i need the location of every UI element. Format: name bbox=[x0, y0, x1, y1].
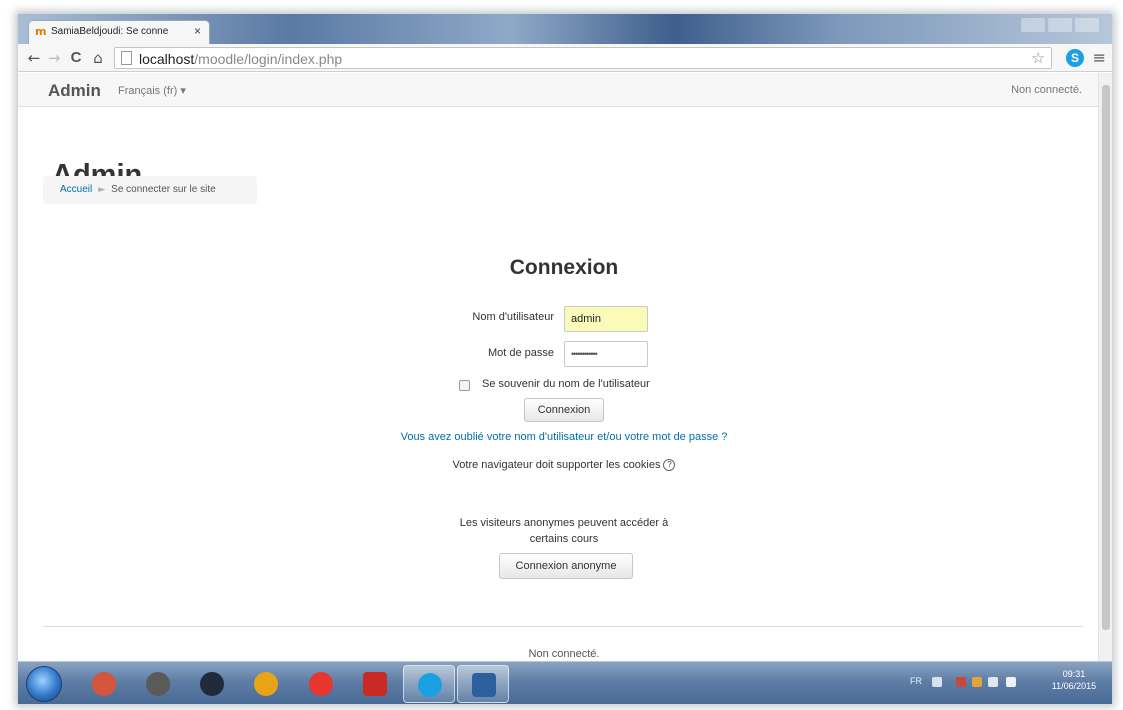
guest-access-text: Les visiteurs anonymes peuvent accéder à… bbox=[18, 515, 1110, 547]
play-icon bbox=[200, 672, 224, 696]
close-window-button[interactable] bbox=[1075, 18, 1099, 32]
login-title: Connexion bbox=[509, 256, 619, 279]
browser-tab[interactable]: m SamiaBeldjoudi: Se conne × bbox=[28, 20, 210, 44]
site-brand-link[interactable]: Admin bbox=[48, 81, 101, 101]
tray-arrow-icon[interactable] bbox=[932, 677, 942, 687]
chrome-app-button[interactable] bbox=[240, 665, 292, 703]
password-field[interactable]: •••••••••••• bbox=[564, 341, 648, 367]
username-field[interactable]: admin bbox=[564, 306, 648, 332]
moodle-favicon-icon: m bbox=[35, 25, 47, 38]
home-icon[interactable]: ⌂ bbox=[88, 48, 108, 68]
window-controls bbox=[1018, 18, 1104, 34]
url-path: /moodle/login/index.php bbox=[194, 51, 343, 67]
tray-language[interactable]: FR bbox=[910, 676, 922, 686]
tab-close-icon[interactable]: × bbox=[194, 24, 201, 38]
tray-volume-icon[interactable] bbox=[1006, 677, 1016, 687]
tray-signal-icon[interactable] bbox=[988, 677, 998, 687]
remember-username-checkbox[interactable] bbox=[459, 380, 470, 391]
back-arrow-icon[interactable]: ← bbox=[24, 48, 44, 68]
explorer-app-button[interactable] bbox=[457, 665, 509, 703]
page-scrollbar[interactable] bbox=[1098, 73, 1112, 661]
chrome-icon bbox=[254, 672, 278, 696]
skype-extension-icon[interactable]: S bbox=[1066, 49, 1084, 67]
page-viewport: Admin Français (fr) ▾ Non connecté. Admi… bbox=[18, 73, 1112, 661]
guest-text-line1: Les visiteurs anonymes peuvent accéder à bbox=[459, 517, 669, 529]
breadcrumb-separator-icon: ► bbox=[98, 185, 106, 195]
url-host: localhost bbox=[139, 51, 195, 67]
opera-icon bbox=[309, 672, 333, 696]
clock-time: 09:31 bbox=[1062, 669, 1086, 679]
page-icon bbox=[121, 51, 132, 65]
cookies-notice-text: Votre navigateur doit supporter les cook… bbox=[452, 459, 661, 471]
windows-taskbar: FR 09:31 11/06/2015 bbox=[18, 661, 1112, 704]
shield-icon bbox=[92, 672, 116, 696]
forgot-password-link[interactable]: Vous avez oublié votre nom d'utilisateur… bbox=[18, 431, 1110, 443]
footer-divider bbox=[43, 626, 1083, 627]
window-icon bbox=[472, 673, 496, 697]
tray-alert-icon[interactable] bbox=[972, 677, 982, 687]
taskbar-clock[interactable]: 09:31 11/06/2015 bbox=[1046, 668, 1102, 692]
language-menu[interactable]: Français (fr) ▾ bbox=[118, 84, 186, 97]
cookies-notice: Votre navigateur doit supporter les cook… bbox=[18, 459, 1110, 472]
system-tray: FR 09:31 11/06/2015 bbox=[902, 669, 1102, 696]
help-icon[interactable]: ? bbox=[663, 459, 676, 472]
username-label: Nom d'utilisateur bbox=[472, 311, 554, 323]
media-app-button[interactable] bbox=[186, 665, 238, 703]
browser-tab-strip: m SamiaBeldjoudi: Se conne × bbox=[18, 14, 1112, 44]
minimize-button[interactable] bbox=[1021, 18, 1045, 32]
skype-app-button[interactable] bbox=[403, 665, 455, 703]
reload-icon[interactable]: C bbox=[66, 48, 86, 68]
maximize-button[interactable] bbox=[1048, 18, 1072, 32]
security-app-button[interactable] bbox=[78, 665, 130, 703]
pdf-icon bbox=[363, 672, 387, 696]
camera-icon bbox=[146, 672, 170, 696]
guest-login-button[interactable]: Connexion anonyme bbox=[499, 553, 633, 579]
login-status: Non connecté. bbox=[1011, 84, 1082, 96]
breadcrumb-home-link[interactable]: Accueil bbox=[60, 184, 92, 195]
footer-login-status: Non connecté. bbox=[528, 648, 600, 660]
login-button[interactable]: Connexion bbox=[524, 398, 604, 422]
guest-text-line2: certains cours bbox=[529, 533, 599, 545]
chrome-menu-icon[interactable]: ≡ bbox=[1093, 48, 1106, 67]
breadcrumb: Accueil ► Se connecter sur le site bbox=[43, 176, 257, 204]
scrollbar-thumb[interactable] bbox=[1102, 85, 1110, 630]
tray-network-icon[interactable] bbox=[956, 677, 966, 687]
start-button[interactable] bbox=[26, 666, 62, 702]
pdf-app-button[interactable] bbox=[349, 665, 401, 703]
tab-title: SamiaBeldjoudi: Se conne bbox=[51, 26, 169, 37]
password-label: Mot de passe bbox=[487, 347, 554, 359]
opera-app-button[interactable] bbox=[295, 665, 347, 703]
moodle-navbar: Admin Français (fr) ▾ Non connecté. bbox=[18, 73, 1098, 107]
breadcrumb-current: Se connecter sur le site bbox=[111, 184, 216, 195]
forward-arrow-icon[interactable]: → bbox=[44, 48, 64, 68]
url-text: localhost/moodle/login/index.php bbox=[139, 51, 342, 67]
skype-icon bbox=[418, 673, 442, 697]
screenshot-frame: m SamiaBeldjoudi: Se conne × ← → C ⌂ loc… bbox=[18, 14, 1112, 704]
browser-toolbar: ← → C ⌂ localhost/moodle/login/index.php… bbox=[18, 44, 1112, 72]
clock-date: 11/06/2015 bbox=[1051, 681, 1097, 691]
bookmark-star-icon[interactable]: ☆ bbox=[1032, 49, 1045, 67]
address-bar[interactable]: localhost/moodle/login/index.php ☆ bbox=[114, 47, 1052, 69]
remember-username-label[interactable]: Se souvenir du nom de l'utilisateur bbox=[482, 378, 650, 390]
camera-app-button[interactable] bbox=[132, 665, 184, 703]
